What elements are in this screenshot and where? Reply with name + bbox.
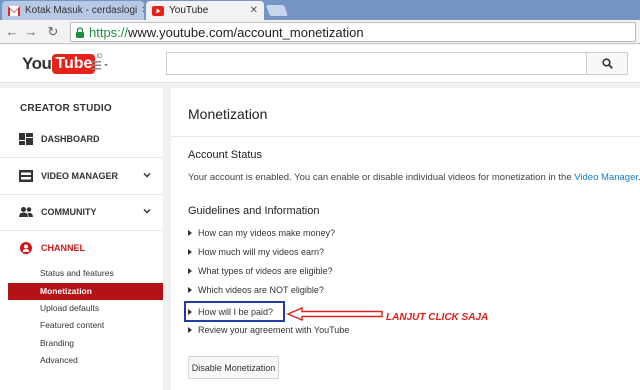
video-manager-icon: [19, 170, 33, 182]
faq-label: How much will my videos earn?: [198, 247, 325, 257]
disable-monetization-button[interactable]: Disable Monetization: [188, 356, 279, 379]
annotation-text: LANJUT CLICK SAJA: [386, 312, 489, 323]
triangle-right-icon: [188, 230, 192, 236]
youtube-icon: [152, 5, 164, 16]
back-arrow-icon[interactable]: ←: [3, 23, 21, 41]
faq-label: Review your agreement with YouTube: [198, 325, 350, 335]
browser-toolbar: ← → ↻ https:// www.youtube.com/account_m…: [0, 20, 640, 44]
annotation-arrow-icon: [286, 307, 383, 321]
sidebar-item-dashboard[interactable]: DASHBOARD: [0, 131, 163, 147]
page-title: Monetization: [188, 106, 268, 122]
account-status-body: Your account is enabled. You can enable …: [188, 172, 575, 183]
chevron-down-icon[interactable]: [143, 207, 151, 215]
tab-title: Kotak Masuk - cerdaslogi: [25, 5, 138, 16]
new-tab-button[interactable]: [265, 5, 289, 16]
triangle-right-icon: [188, 268, 192, 274]
sidebar-item-video-manager[interactable]: VIDEO MANAGER: [0, 168, 163, 184]
faq-item[interactable]: How can my videos make money?: [188, 227, 335, 239]
divider: [0, 157, 163, 158]
faq-item[interactable]: How much will my videos earn?: [188, 246, 324, 258]
sidebar-title: CREATOR STUDIO: [20, 103, 112, 114]
sidebar-item-label: VIDEO MANAGER: [41, 171, 119, 181]
triangle-right-icon: [188, 287, 192, 293]
close-icon[interactable]: ✕: [246, 5, 258, 16]
logo-tube: Tube: [52, 54, 96, 74]
reload-icon[interactable]: ↻: [44, 23, 62, 41]
divider: [0, 230, 163, 231]
triangle-right-icon: [188, 327, 192, 333]
video-manager-link[interactable]: Video Manager: [574, 172, 638, 183]
faq-label: Which videos are NOT eligible?: [198, 285, 324, 295]
sidebar-item-channel[interactable]: CHANNEL: [0, 240, 163, 256]
creator-studio-sidebar: CREATOR STUDIO DASHBOARD VIDEO MANAGER C: [0, 88, 163, 390]
faq-item[interactable]: Review your agreement with YouTube: [188, 324, 349, 336]
sidebar-item-label: COMMUNITY: [41, 207, 97, 217]
guidelines-heading: Guidelines and Information: [188, 205, 320, 217]
user-circle-icon: [20, 242, 32, 254]
sidebar-item-label: DASHBOARD: [41, 134, 100, 144]
search-icon: [601, 58, 613, 69]
sidebar-subitem-featured-content[interactable]: Featured content: [8, 317, 163, 334]
close-icon[interactable]: ✕: [137, 5, 144, 16]
youtube-header: You Tube ID: [0, 45, 640, 83]
address-bar[interactable]: https:// www.youtube.com/account_monetiz…: [70, 22, 636, 42]
sidebar-item-label: CHANNEL: [41, 243, 85, 253]
account-status-heading: Account Status: [188, 149, 262, 161]
chevron-down-icon[interactable]: [143, 171, 151, 179]
sidebar-subitem-monetization[interactable]: Monetization: [8, 283, 163, 300]
gmail-icon: [8, 5, 20, 16]
divider: [0, 194, 163, 195]
monetization-panel: Monetization Account Status Your account…: [171, 88, 640, 390]
community-icon: [19, 207, 33, 217]
forward-arrow-icon[interactable]: →: [22, 23, 40, 41]
tab-title: YouTube: [169, 5, 209, 16]
account-status-text: Your account is enabled. You can enable …: [188, 172, 640, 183]
faq-label: How can my videos make money?: [198, 228, 336, 238]
logo-you: You: [22, 54, 52, 73]
browser-tab-gmail[interactable]: Kotak Masuk - cerdaslogi ✕: [2, 1, 144, 20]
triangle-right-icon: [188, 249, 192, 255]
browser-tab-youtube[interactable]: YouTube ✕: [146, 1, 264, 20]
sidebar-subitem-advanced[interactable]: Advanced: [8, 352, 163, 369]
browser-tab-bar: Kotak Masuk - cerdaslogi ✕ YouTube ✕: [0, 0, 640, 20]
search-input[interactable]: [166, 52, 587, 75]
annotation-highlight-box: [184, 301, 285, 322]
sidebar-subitem-branding[interactable]: Branding: [8, 335, 163, 352]
guide-menu-icon[interactable]: [91, 59, 109, 71]
faq-item[interactable]: What types of videos are eligible?: [188, 265, 333, 277]
sidebar-subitem-upload-defaults[interactable]: Upload defaults: [8, 300, 163, 317]
sidebar-item-community[interactable]: COMMUNITY: [0, 204, 163, 220]
faq-label: What types of videos are eligible?: [198, 266, 333, 276]
url-scheme: https://: [89, 24, 129, 40]
divider: [171, 136, 640, 137]
url-path: www.youtube.com/account_monetization: [128, 24, 364, 40]
lock-icon: [76, 26, 84, 38]
dashboard-icon: [19, 133, 33, 145]
faq-item[interactable]: Which videos are NOT eligible?: [188, 284, 324, 296]
sidebar-subitem-status-and-features[interactable]: Status and features: [8, 265, 163, 282]
search-button[interactable]: [586, 52, 628, 75]
